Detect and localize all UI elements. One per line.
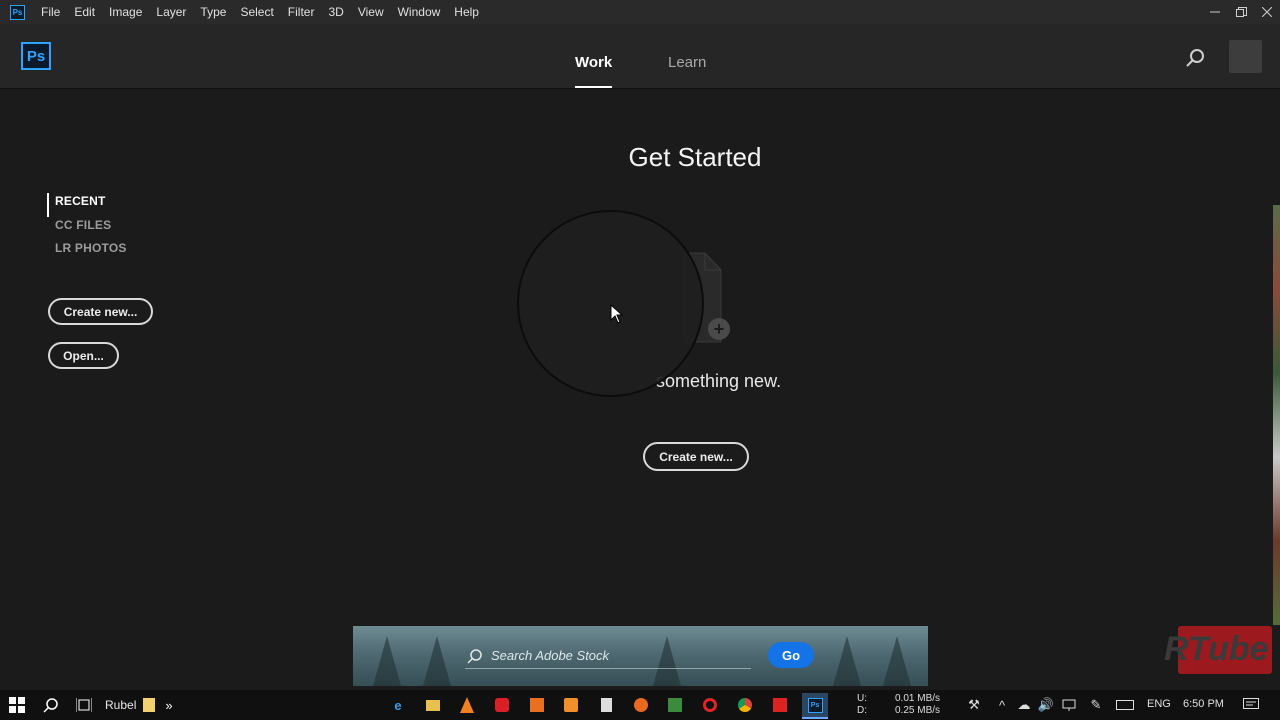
create-new-button[interactable]: Create new... bbox=[48, 298, 153, 325]
vlc-icon[interactable] bbox=[458, 696, 476, 714]
empty-state-text: something new. bbox=[656, 371, 782, 391]
acrobat-icon[interactable] bbox=[771, 696, 789, 714]
stock-search-input[interactable]: Search Adobe Stock bbox=[491, 648, 609, 663]
banner-tree-decoration bbox=[423, 636, 451, 686]
people-icon[interactable]: ⚒ bbox=[965, 696, 983, 714]
language-indicator[interactable]: ENG bbox=[1147, 698, 1171, 710]
mouse-pointer-icon bbox=[610, 303, 624, 329]
menu-3d[interactable]: 3D bbox=[328, 5, 343, 19]
restore-icon[interactable] bbox=[1228, 0, 1254, 24]
pen-icon[interactable]: ✎ bbox=[1087, 696, 1105, 714]
chrome-icon[interactable] bbox=[736, 696, 754, 714]
sidebar-item-lr-photos[interactable]: LR PHOTOS bbox=[47, 240, 127, 264]
net-up-value: 0.01 MB/s bbox=[895, 693, 941, 704]
menu-layer[interactable]: Layer bbox=[156, 5, 186, 19]
sidebar-item-cc-files[interactable]: CC FILES bbox=[47, 217, 127, 241]
stock-go-button[interactable]: Go bbox=[768, 642, 814, 668]
create-new-main-button[interactable]: Create new... bbox=[643, 442, 749, 471]
stock-search-icon bbox=[467, 648, 483, 669]
action-center-icon[interactable] bbox=[1242, 696, 1260, 714]
network-speed-values: 0.01 MB/s 0.25 MB/s bbox=[895, 693, 940, 717]
sidebar-nav: RECENT CC FILES LR PHOTOS bbox=[47, 193, 127, 264]
volume-icon[interactable]: 🔊 bbox=[1037, 696, 1055, 714]
task-view-icon[interactable] bbox=[75, 696, 93, 714]
net-up-label: U: bbox=[857, 693, 867, 704]
edge-browser-icon[interactable]: e bbox=[389, 696, 407, 714]
windows-start-icon[interactable] bbox=[8, 696, 26, 714]
show-hidden-icons-chevron-icon[interactable]: ^ bbox=[993, 696, 1011, 714]
taskbar-search-icon[interactable] bbox=[42, 696, 60, 714]
tab-learn[interactable]: Learn bbox=[668, 54, 706, 71]
net-down-label: D: bbox=[857, 705, 867, 716]
taskbar-user-folder[interactable]: Rubel bbox=[105, 698, 136, 712]
menu-file[interactable]: File bbox=[41, 5, 60, 19]
page-title: Get Started bbox=[628, 142, 762, 172]
network-speed-labels: U: D: bbox=[857, 693, 867, 717]
banner-tree-decoration bbox=[373, 636, 401, 686]
tab-work[interactable]: Work bbox=[575, 54, 612, 71]
plus-icon: + bbox=[708, 318, 730, 340]
windows-taskbar: Rubel » e Ps U: D: 0.01 MB/s 0.25 MB/s ⚒… bbox=[0, 690, 1280, 720]
background-window-edge bbox=[1273, 205, 1280, 625]
open-button[interactable]: Open... bbox=[48, 342, 119, 369]
photoshop-taskbar-icon[interactable]: Ps bbox=[802, 693, 828, 719]
avatar[interactable] bbox=[1229, 40, 1262, 73]
menu-type[interactable]: Type bbox=[200, 5, 226, 19]
menu-image[interactable]: Image bbox=[109, 5, 142, 19]
banner-tree-decoration bbox=[833, 636, 861, 686]
banner-tree-decoration bbox=[883, 636, 911, 686]
banner-tree-decoration bbox=[653, 636, 681, 686]
stock-input-underline bbox=[465, 668, 751, 669]
clock[interactable]: 6:50 PM bbox=[1183, 698, 1224, 710]
file-explorer-icon[interactable] bbox=[424, 696, 442, 714]
app-green-icon[interactable] bbox=[666, 696, 684, 714]
channel-watermark: RTube bbox=[1164, 624, 1274, 678]
menu-select[interactable]: Select bbox=[240, 5, 273, 19]
creative-cloud-icon[interactable] bbox=[493, 696, 511, 714]
keyboard-icon[interactable] bbox=[1116, 696, 1134, 714]
minimize-icon[interactable] bbox=[1202, 0, 1228, 24]
onedrive-cloud-icon[interactable]: ☁ bbox=[1015, 696, 1033, 714]
window-controls bbox=[1202, 0, 1280, 24]
photoshop-app-icon[interactable]: Ps bbox=[10, 4, 25, 20]
overflow-chevron-icon[interactable]: » bbox=[160, 696, 178, 714]
start-header: Ps Work Learn bbox=[0, 24, 1280, 89]
app-orange-icon[interactable] bbox=[562, 696, 580, 714]
close-icon[interactable] bbox=[1254, 0, 1280, 24]
search-icon[interactable] bbox=[1186, 48, 1206, 73]
menu-help[interactable]: Help bbox=[454, 5, 479, 19]
menu-view[interactable]: View bbox=[358, 5, 384, 19]
opera-icon[interactable] bbox=[701, 696, 719, 714]
menu-window[interactable]: Window bbox=[398, 5, 441, 19]
net-down-value: 0.25 MB/s bbox=[895, 705, 941, 716]
active-tab-indicator bbox=[575, 86, 612, 88]
network-icon[interactable] bbox=[1060, 696, 1078, 714]
sidebar-item-recent[interactable]: RECENT bbox=[47, 193, 127, 217]
photoshop-logo: Ps bbox=[21, 42, 51, 70]
calculator-icon[interactable] bbox=[597, 696, 615, 714]
adobe-stock-banner: Search Adobe Stock Go bbox=[353, 626, 928, 686]
folder-icon[interactable] bbox=[140, 696, 158, 714]
menu-filter[interactable]: Filter bbox=[288, 5, 315, 19]
firefox-icon[interactable] bbox=[632, 696, 650, 714]
app-x-icon[interactable] bbox=[528, 696, 546, 714]
menu-edit[interactable]: Edit bbox=[74, 5, 95, 19]
menu-bar: Ps File Edit Image Layer Type Select Fil… bbox=[0, 0, 1280, 24]
watermark-logo: RTube bbox=[1164, 630, 1269, 668]
